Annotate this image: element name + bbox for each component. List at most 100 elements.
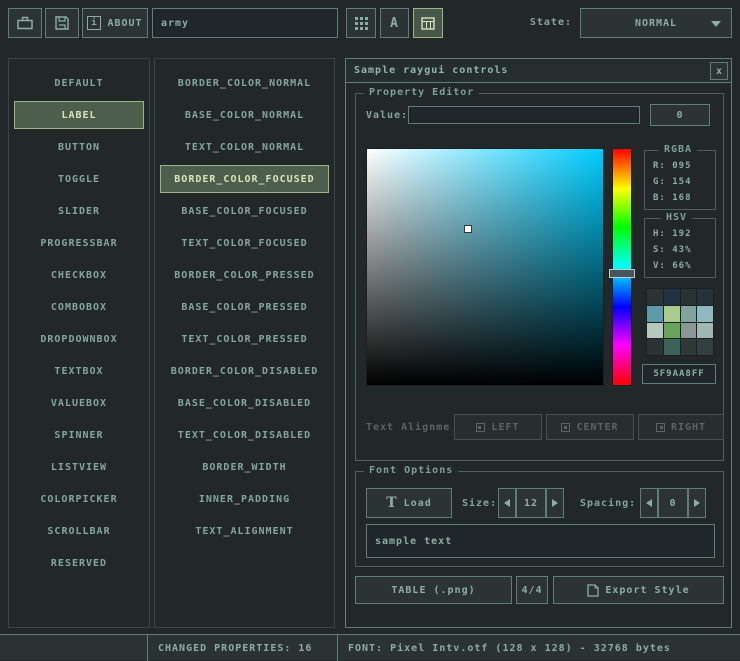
align-left-button[interactable]: LEFT bbox=[454, 414, 542, 440]
controls-list-item[interactable]: COLORPICKER bbox=[14, 485, 144, 513]
controls-list-item[interactable]: DROPDOWNBOX bbox=[14, 325, 144, 353]
properties-list-item[interactable]: TEXT_COLOR_PRESSED bbox=[160, 325, 329, 353]
controls-list-item[interactable]: SCROLLBAR bbox=[14, 517, 144, 545]
palette-swatch[interactable] bbox=[664, 306, 680, 322]
hsv-s-value: S: 43% bbox=[645, 242, 715, 258]
palette-swatch[interactable] bbox=[697, 289, 713, 305]
changed-properties-text: CHANGED PROPERTIES: 16 bbox=[158, 643, 312, 654]
properties-list-item[interactable]: BASE_COLOR_FOCUSED bbox=[160, 197, 329, 225]
style-table-toggle-button[interactable] bbox=[413, 8, 443, 38]
window-titlebar[interactable]: Sample raygui controls bbox=[346, 59, 731, 83]
properties-list-item[interactable]: TEXT_COLOR_FOCUSED bbox=[160, 229, 329, 257]
style-color-palette bbox=[646, 288, 714, 356]
font-load-button[interactable]: T Load bbox=[366, 488, 452, 518]
align-center-label: CENTER bbox=[576, 422, 618, 433]
arrow-left-icon bbox=[504, 499, 510, 507]
properties-list-item[interactable]: BORDER_COLOR_NORMAL bbox=[160, 69, 329, 97]
palette-swatch[interactable] bbox=[664, 339, 680, 355]
controls-list-item[interactable]: CHECKBOX bbox=[14, 261, 144, 289]
close-button[interactable]: x bbox=[710, 62, 728, 80]
font-options-group: Font Options T Load Size: 12 Spacing: 0 bbox=[355, 471, 724, 567]
properties-list-item[interactable]: TEXT_ALIGNMENT bbox=[160, 517, 329, 545]
font-size-value[interactable]: 12 bbox=[516, 488, 546, 518]
state-dropdown[interactable]: NORMAL bbox=[580, 8, 732, 38]
palette-swatch[interactable] bbox=[681, 339, 697, 355]
pages-value-box[interactable]: 4/4 bbox=[516, 576, 548, 604]
font-size-decrement-button[interactable] bbox=[498, 488, 516, 518]
palette-swatch[interactable] bbox=[681, 289, 697, 305]
align-center-button[interactable]: CENTER bbox=[546, 414, 634, 440]
controls-list-item[interactable]: LISTVIEW bbox=[14, 453, 144, 481]
properties-list-item[interactable]: BASE_COLOR_DISABLED bbox=[160, 389, 329, 417]
font-spacing-increment-button[interactable] bbox=[688, 488, 706, 518]
controls-list-item[interactable]: TEXTBOX bbox=[14, 357, 144, 385]
font-spacing-value-label: 0 bbox=[669, 498, 676, 509]
properties-list-item[interactable]: TEXT_COLOR_NORMAL bbox=[160, 133, 329, 161]
about-button-label: ABOUT bbox=[107, 18, 142, 29]
export-style-button[interactable]: Export Style bbox=[553, 576, 724, 604]
font-spacing-value[interactable]: 0 bbox=[658, 488, 688, 518]
hsv-title: HSV bbox=[661, 212, 692, 223]
properties-list-item[interactable]: BORDER_COLOR_PRESSED bbox=[160, 261, 329, 289]
status-changed-properties: CHANGED PROPERTIES: 16 bbox=[147, 635, 337, 661]
grid-icon bbox=[355, 17, 368, 30]
sample-text-input[interactable] bbox=[366, 524, 715, 558]
sample-controls-window: Sample raygui controls x Property Editor… bbox=[345, 58, 732, 628]
properties-list-item[interactable]: BORDER_COLOR_DISABLED bbox=[160, 357, 329, 385]
palette-swatch[interactable] bbox=[647, 289, 663, 305]
palette-swatch[interactable] bbox=[697, 323, 713, 339]
properties-list-item[interactable]: BORDER_WIDTH bbox=[160, 453, 329, 481]
palette-swatch[interactable] bbox=[697, 306, 713, 322]
controls-list-item[interactable]: LABEL bbox=[14, 101, 144, 129]
style-name-input[interactable] bbox=[152, 8, 338, 38]
value-button-label: 0 bbox=[676, 110, 683, 121]
new-style-button[interactable] bbox=[8, 8, 42, 38]
font-spacing-decrement-button[interactable] bbox=[640, 488, 658, 518]
export-format-button[interactable]: TABLE (.png) bbox=[355, 576, 512, 604]
value-button[interactable]: 0 bbox=[650, 104, 710, 126]
sv-panel[interactable] bbox=[366, 148, 604, 386]
save-style-button[interactable] bbox=[45, 8, 79, 38]
controls-list-item[interactable]: COMBOBOX bbox=[14, 293, 144, 321]
properties-list-item[interactable]: TEXT_COLOR_DISABLED bbox=[160, 421, 329, 449]
hue-bar[interactable] bbox=[612, 148, 632, 386]
controls-list-item[interactable]: SPINNER bbox=[14, 421, 144, 449]
palette-swatch[interactable] bbox=[647, 306, 663, 322]
palette-swatch[interactable] bbox=[697, 339, 713, 355]
controls-list-item[interactable]: PROGRESSBAR bbox=[14, 229, 144, 257]
sv-cursor[interactable] bbox=[464, 225, 472, 233]
properties-list-item[interactable]: BASE_COLOR_PRESSED bbox=[160, 293, 329, 321]
hue-slider-handle[interactable] bbox=[609, 269, 635, 278]
export-file-icon bbox=[587, 584, 599, 597]
hsv-group: HSV H: 192 S: 43% V: 66% bbox=[644, 218, 716, 278]
palette-swatch[interactable] bbox=[664, 289, 680, 305]
palette-swatch[interactable] bbox=[647, 339, 663, 355]
font-size-increment-button[interactable] bbox=[546, 488, 564, 518]
properties-list-item[interactable]: BORDER_COLOR_FOCUSED bbox=[160, 165, 329, 193]
grid-toggle-button[interactable] bbox=[346, 8, 376, 38]
about-button[interactable]: i ABOUT bbox=[82, 8, 148, 38]
palette-swatch[interactable] bbox=[681, 323, 697, 339]
hex-value-box[interactable]: 5F9AA8FF bbox=[642, 364, 716, 384]
controls-list-item[interactable]: RESERVED bbox=[14, 549, 144, 577]
align-right-button[interactable]: RIGHT bbox=[638, 414, 724, 440]
palette-swatch[interactable] bbox=[681, 306, 697, 322]
controls-list-item[interactable]: DEFAULT bbox=[14, 69, 144, 97]
arrow-right-icon bbox=[552, 499, 558, 507]
font-atlas-toggle-button[interactable]: A bbox=[380, 8, 409, 38]
rgba-group: RGBA R: 095 G: 154 B: 168 bbox=[644, 150, 716, 210]
controls-list-item[interactable]: SLIDER bbox=[14, 197, 144, 225]
properties-list-item[interactable]: INNER_PADDING bbox=[160, 485, 329, 513]
value-input[interactable] bbox=[408, 106, 640, 124]
controls-list-item[interactable]: TOGGLE bbox=[14, 165, 144, 193]
palette-swatch[interactable] bbox=[647, 323, 663, 339]
state-dropdown-value: NORMAL bbox=[635, 18, 677, 29]
controls-list-item[interactable]: BUTTON bbox=[14, 133, 144, 161]
align-right-icon bbox=[656, 423, 665, 432]
properties-list-item[interactable]: BASE_COLOR_NORMAL bbox=[160, 101, 329, 129]
properties-list: BORDER_COLOR_NORMAL BASE_COLOR_NORMAL TEXT… bbox=[154, 58, 335, 628]
controls-list-item[interactable]: VALUEBOX bbox=[14, 389, 144, 417]
text-alignment-label: Text Alignme bbox=[366, 422, 450, 433]
palette-swatch[interactable] bbox=[664, 323, 680, 339]
rgba-g-value: G: 154 bbox=[645, 174, 715, 190]
